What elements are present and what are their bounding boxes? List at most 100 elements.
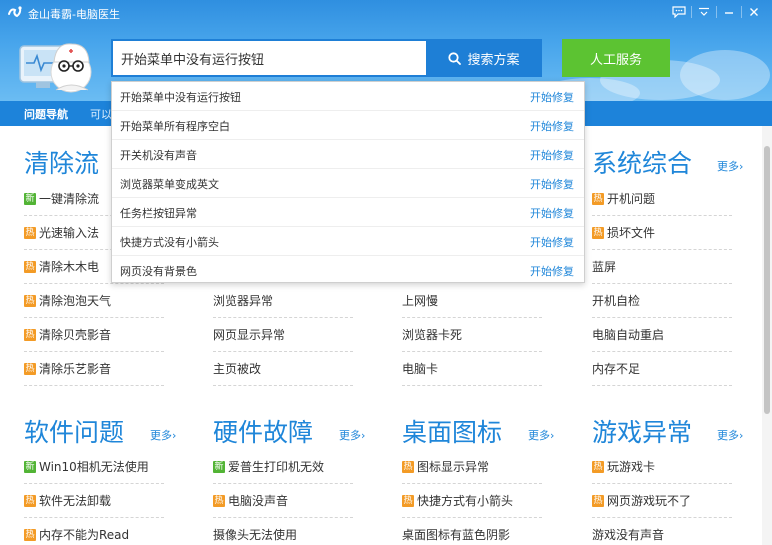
list-item[interactable]: 热快捷方式有小箭头: [402, 484, 542, 518]
section-title[interactable]: 系统综合: [592, 144, 692, 180]
start-fix-link[interactable]: 开始修复: [530, 118, 574, 134]
section-title[interactable]: 桌面图标: [402, 413, 502, 449]
item-label: 电脑卡: [402, 362, 439, 376]
list-item[interactable]: 热内存不能为Read: [24, 518, 164, 545]
list-item[interactable]: 桌面图标有蓝色阴影: [402, 518, 542, 545]
item-label: 玩游戏卡: [607, 460, 656, 474]
more-link[interactable]: 更多›: [339, 427, 365, 443]
suggestion-item[interactable]: 浏览器菜单变成英文 开始修复: [112, 169, 584, 198]
item-label: 一键清除流: [39, 192, 100, 206]
manual-service-button[interactable]: 人工服务: [562, 39, 670, 77]
more-link[interactable]: 更多›: [150, 427, 176, 443]
item-label: 网页显示异常: [213, 328, 286, 342]
start-fix-link[interactable]: 开始修复: [530, 234, 574, 250]
suggestion-text: 开始菜单中没有运行按钮: [120, 91, 241, 104]
menu-button[interactable]: [692, 2, 716, 22]
item-label: 清除贝壳影音: [39, 328, 112, 342]
hot-badge: 热: [213, 494, 225, 507]
list-item[interactable]: 新爱普生打印机无效: [213, 450, 353, 484]
list-item[interactable]: 热清除乐艺影音: [24, 352, 164, 386]
list-item[interactable]: 新 Win10相机无法使用: [24, 450, 164, 484]
more-link[interactable]: 更多›: [717, 427, 743, 443]
start-fix-link[interactable]: 开始修复: [530, 89, 574, 105]
list-item[interactable]: 热网页游戏玩不了: [592, 484, 732, 518]
section-head: 系统综合 更多›: [592, 144, 762, 180]
minimize-icon: [725, 12, 733, 14]
list-item[interactable]: 热开机问题: [592, 182, 732, 216]
new-badge: 新: [24, 460, 36, 473]
scrollbar-thumb[interactable]: [764, 146, 770, 414]
item-label: 上网慢: [402, 294, 439, 308]
hot-badge: 热: [24, 328, 36, 341]
item-label: 内存不能为Read: [39, 528, 130, 542]
hot-badge: 热: [402, 460, 414, 473]
new-badge: 新: [24, 192, 36, 205]
close-button[interactable]: [742, 2, 766, 22]
suggestion-item[interactable]: 任务栏按钮异常 开始修复: [112, 198, 584, 227]
start-fix-link[interactable]: 开始修复: [530, 263, 574, 279]
search-icon: [448, 51, 462, 65]
hot-badge: 热: [24, 362, 36, 375]
feedback-button[interactable]: [667, 2, 691, 22]
list-item[interactable]: 热玩游戏卡: [592, 450, 732, 484]
list-item[interactable]: 电脑卡: [402, 352, 542, 386]
section-title[interactable]: 清除流: [24, 144, 99, 180]
more-link[interactable]: 更多›: [528, 427, 554, 443]
search-button[interactable]: 搜索方案: [426, 39, 542, 77]
search-input[interactable]: [111, 39, 426, 77]
section-title[interactable]: 游戏异常: [592, 413, 692, 449]
item-label: 电脑自动重启: [592, 328, 665, 342]
suggestion-item[interactable]: 网页没有背景色 开始修复: [112, 256, 584, 285]
item-label: 清除泡泡天气: [39, 294, 112, 308]
suggestion-item[interactable]: 开始菜单所有程序空白 开始修复: [112, 111, 584, 140]
app-logo-icon: [8, 6, 22, 18]
minimize-button[interactable]: [717, 2, 741, 22]
list-item[interactable]: 游戏没有声音: [592, 518, 732, 545]
close-icon: [750, 8, 758, 16]
item-label: 电脑没声音: [228, 494, 289, 508]
suggestion-text: 快捷方式没有小箭头: [120, 236, 219, 249]
list-item[interactable]: 网页显示异常: [213, 318, 353, 352]
suggestion-item[interactable]: 开关机没有声音 开始修复: [112, 140, 584, 169]
nav-hint: 可以: [90, 108, 112, 121]
list-item[interactable]: 电脑自动重启: [592, 318, 732, 352]
item-label: 软件无法卸载: [39, 494, 112, 508]
item-label: 清除木木电: [39, 260, 100, 274]
title-bar: 金山毒霸-电脑医生: [0, 0, 772, 26]
list-item[interactable]: 热清除泡泡天气: [24, 284, 164, 318]
list-item[interactable]: 内存不足: [592, 352, 732, 386]
more-link[interactable]: 更多›: [717, 158, 743, 174]
list-item[interactable]: 浏览器异常: [213, 284, 353, 318]
item-label: 爱普生打印机无效: [228, 460, 325, 474]
suggestion-item[interactable]: 开始菜单中没有运行按钮 开始修复: [112, 82, 584, 111]
start-fix-link[interactable]: 开始修复: [530, 205, 574, 221]
list-item[interactable]: 主页被改: [213, 352, 353, 386]
dropdown-menu-icon: [699, 7, 709, 16]
list-item[interactable]: 热软件无法卸载: [24, 484, 164, 518]
list-item[interactable]: 摄像头无法使用: [213, 518, 353, 545]
list-item[interactable]: 蓝屏: [592, 250, 732, 284]
list-item[interactable]: 浏览器卡死: [402, 318, 542, 352]
doctor-avatar: [19, 43, 92, 93]
list-item[interactable]: 上网慢: [402, 284, 542, 318]
list-item[interactable]: 热损坏文件: [592, 216, 732, 250]
nav-label[interactable]: 问题导航: [24, 106, 68, 122]
item-label: 开机自检: [592, 294, 641, 308]
item-label: 网页游戏玩不了: [607, 494, 692, 508]
chat-bubble-icon: [672, 6, 686, 18]
list-item[interactable]: 热电脑没声音: [213, 484, 353, 518]
item-label: 浏览器异常: [213, 294, 274, 308]
item-label: 主页被改: [213, 362, 262, 376]
list-item[interactable]: 开机自检: [592, 284, 732, 318]
list-item[interactable]: 热图标显示异常: [402, 450, 542, 484]
decor-cloud: [680, 50, 770, 100]
item-label: 快捷方式有小箭头: [417, 494, 514, 508]
section-title[interactable]: 软件问题: [24, 413, 124, 449]
start-fix-link[interactable]: 开始修复: [530, 147, 574, 163]
section-head: 软件问题 更多›: [24, 413, 204, 449]
start-fix-link[interactable]: 开始修复: [530, 176, 574, 192]
list-item[interactable]: 热清除贝壳影音: [24, 318, 164, 352]
hot-badge: 热: [24, 226, 36, 239]
suggestion-item[interactable]: 快捷方式没有小箭头 开始修复: [112, 227, 584, 256]
section-title[interactable]: 硬件故障: [213, 413, 313, 449]
